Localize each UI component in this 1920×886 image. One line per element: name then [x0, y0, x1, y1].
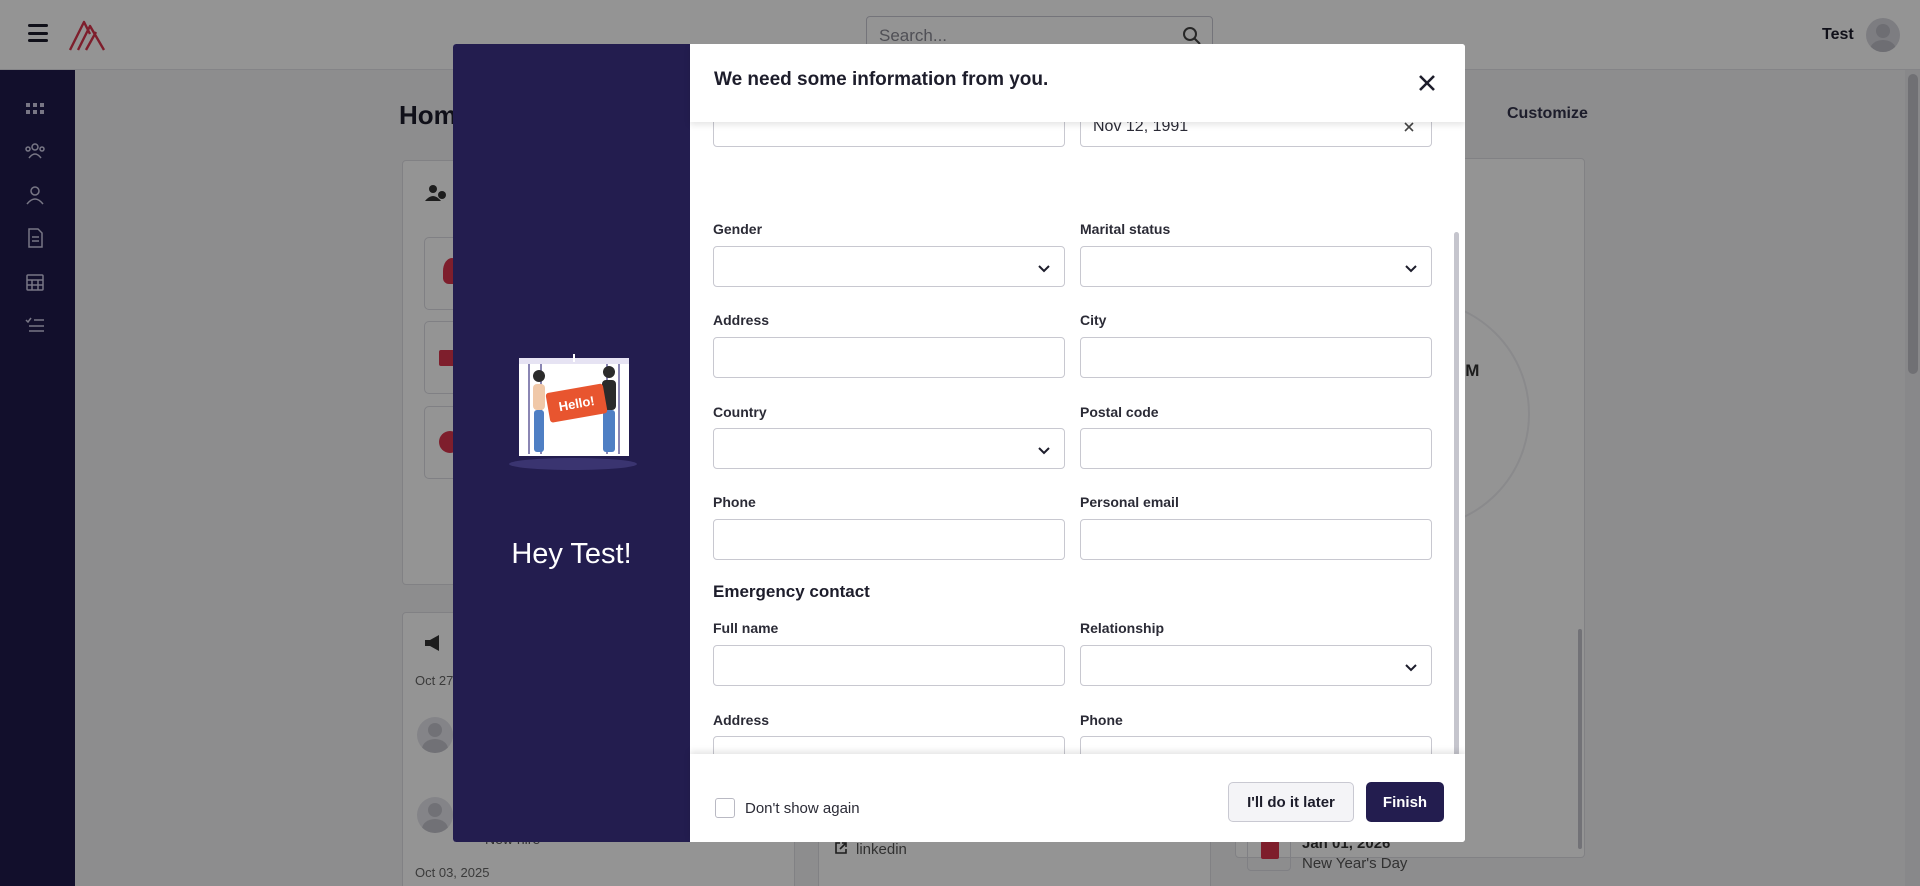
postal-code-input[interactable] [1080, 428, 1432, 469]
modal-content: We need some information from you. Nov 1… [690, 44, 1465, 842]
emergency-phone-label: Phone [1080, 712, 1123, 728]
greeting: Hey Test! [511, 538, 632, 570]
birthdate-field[interactable]: Nov 12, 1991 [1080, 122, 1432, 147]
phone-input[interactable] [713, 519, 1065, 560]
address-label: Address [713, 312, 770, 328]
marital-status-select[interactable] [1080, 246, 1432, 287]
form-scrollbar[interactable] [1454, 232, 1459, 798]
postal-code-label: Postal code [1080, 404, 1159, 420]
chevron-down-icon [1038, 447, 1050, 455]
personal-email-input[interactable] [1080, 519, 1432, 560]
modal-sidebar: Hello! Hey Test! [453, 44, 690, 842]
country-select[interactable] [713, 428, 1065, 469]
gender-label: Gender [713, 221, 763, 237]
modal-form: Nov 12, 1991 Gender Marital status Addre… [690, 122, 1465, 798]
do-it-later-button[interactable]: I'll do it later [1228, 782, 1354, 822]
address-input[interactable] [713, 337, 1065, 378]
modal-footer: Don't show again I'll do it later Finish [690, 754, 1465, 842]
dont-show-again-checkbox[interactable] [715, 798, 735, 818]
chevron-down-icon [1405, 265, 1417, 273]
phone-label: Phone [713, 494, 756, 510]
onboarding-modal: Hello! Hey Test! We need some informatio… [453, 44, 1465, 842]
country-label: Country [713, 404, 767, 420]
relationship-label: Relationship [1080, 620, 1165, 636]
finish-button[interactable]: Finish [1366, 782, 1444, 822]
full-name-label: Full name [713, 620, 779, 636]
chevron-down-icon [1038, 265, 1050, 273]
marital-status-label: Marital status [1080, 221, 1171, 237]
emergency-address-label: Address [713, 712, 770, 728]
birthdate-value: Nov 12, 1991 [1093, 122, 1189, 135]
modal-title: We need some information from you. [714, 69, 1049, 90]
gender-select[interactable] [713, 246, 1065, 287]
hello-illustration: Hello! [509, 354, 637, 470]
city-label: City [1080, 312, 1107, 328]
personal-email-label: Personal email [1080, 494, 1179, 510]
dont-show-again-label[interactable]: Don't show again [745, 800, 860, 817]
emergency-full-name-input[interactable] [713, 645, 1065, 686]
relationship-select[interactable] [1080, 645, 1432, 686]
modal-header: We need some information from you. [690, 44, 1465, 122]
close-icon[interactable] [1416, 72, 1438, 94]
city-input[interactable] [1080, 337, 1432, 378]
clear-icon[interactable] [1403, 122, 1415, 133]
emergency-contact-heading: Emergency contact [713, 582, 870, 601]
chevron-down-icon [1405, 664, 1417, 672]
first-column-field[interactable] [713, 122, 1065, 147]
